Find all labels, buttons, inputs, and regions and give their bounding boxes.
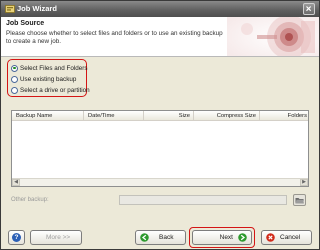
help-button[interactable]: ? — [8, 230, 25, 245]
window-title: Job Wizard — [17, 4, 57, 13]
column-header-compress-size[interactable]: Compress Size — [194, 111, 260, 121]
more-button[interactable]: More >> — [30, 230, 82, 245]
more-button-label: More >> — [46, 234, 71, 241]
back-button-label: Back — [159, 234, 174, 241]
scroll-left-icon[interactable]: ◀ — [12, 179, 20, 186]
radio-button[interactable] — [11, 86, 18, 94]
other-backup-label: Other backup: — [11, 197, 49, 203]
header-vault-graphic — [227, 17, 319, 56]
help-icon: ? — [12, 233, 21, 242]
column-header-folders[interactable]: Folders — [260, 111, 308, 121]
cancel-icon — [266, 233, 275, 242]
wizard-app-icon — [5, 5, 15, 13]
folder-browse-icon[interactable] — [293, 194, 306, 206]
cancel-button-label: Cancel — [280, 234, 301, 241]
scroll-right-icon[interactable]: ▶ — [300, 179, 308, 186]
next-button-label: Next — [219, 234, 233, 241]
backup-list[interactable]: Backup Name Date/Time Size Compress Size… — [11, 110, 309, 187]
option-label: Select Files and Folders — [20, 64, 88, 72]
source-option-group: Select Files and Folders Use existing ba… — [7, 59, 90, 97]
page-title: Job Source — [6, 20, 45, 27]
option-use-existing-backup[interactable]: Use existing backup — [11, 74, 76, 84]
close-icon — [306, 6, 312, 12]
window-close-button[interactable] — [303, 3, 315, 15]
next-button[interactable]: Next — [192, 230, 252, 245]
job-wizard-window: Job Wizard Job Source Please choose whet… — [0, 0, 320, 250]
option-label: Select a drive or partition — [20, 86, 90, 94]
option-label: Use existing backup — [20, 75, 77, 83]
column-header-backup-name[interactable]: Backup Name — [12, 111, 84, 121]
list-header: Backup Name Date/Time Size Compress Size… — [12, 111, 308, 121]
radio-button-checked[interactable] — [11, 64, 18, 72]
wizard-header: Job Source Please choose whether to sele… — [1, 17, 319, 57]
radio-button[interactable] — [11, 75, 18, 83]
page-description: Please choose whether to select files an… — [6, 30, 223, 45]
back-button[interactable]: Back — [135, 230, 186, 245]
option-select-drive-partition[interactable]: Select a drive or partition — [11, 85, 90, 95]
back-arrow-icon — [140, 233, 149, 242]
cancel-button[interactable]: Cancel — [261, 230, 312, 245]
option-select-files-folders[interactable]: Select Files and Folders — [11, 63, 88, 73]
other-backup-field[interactable] — [119, 195, 287, 205]
column-header-date-time[interactable]: Date/Time — [84, 111, 144, 121]
horizontal-scrollbar[interactable]: ◀ ▶ — [12, 178, 308, 186]
next-arrow-icon — [238, 233, 247, 242]
column-header-size[interactable]: Size — [144, 111, 194, 121]
title-bar[interactable]: Job Wizard — [1, 1, 319, 17]
